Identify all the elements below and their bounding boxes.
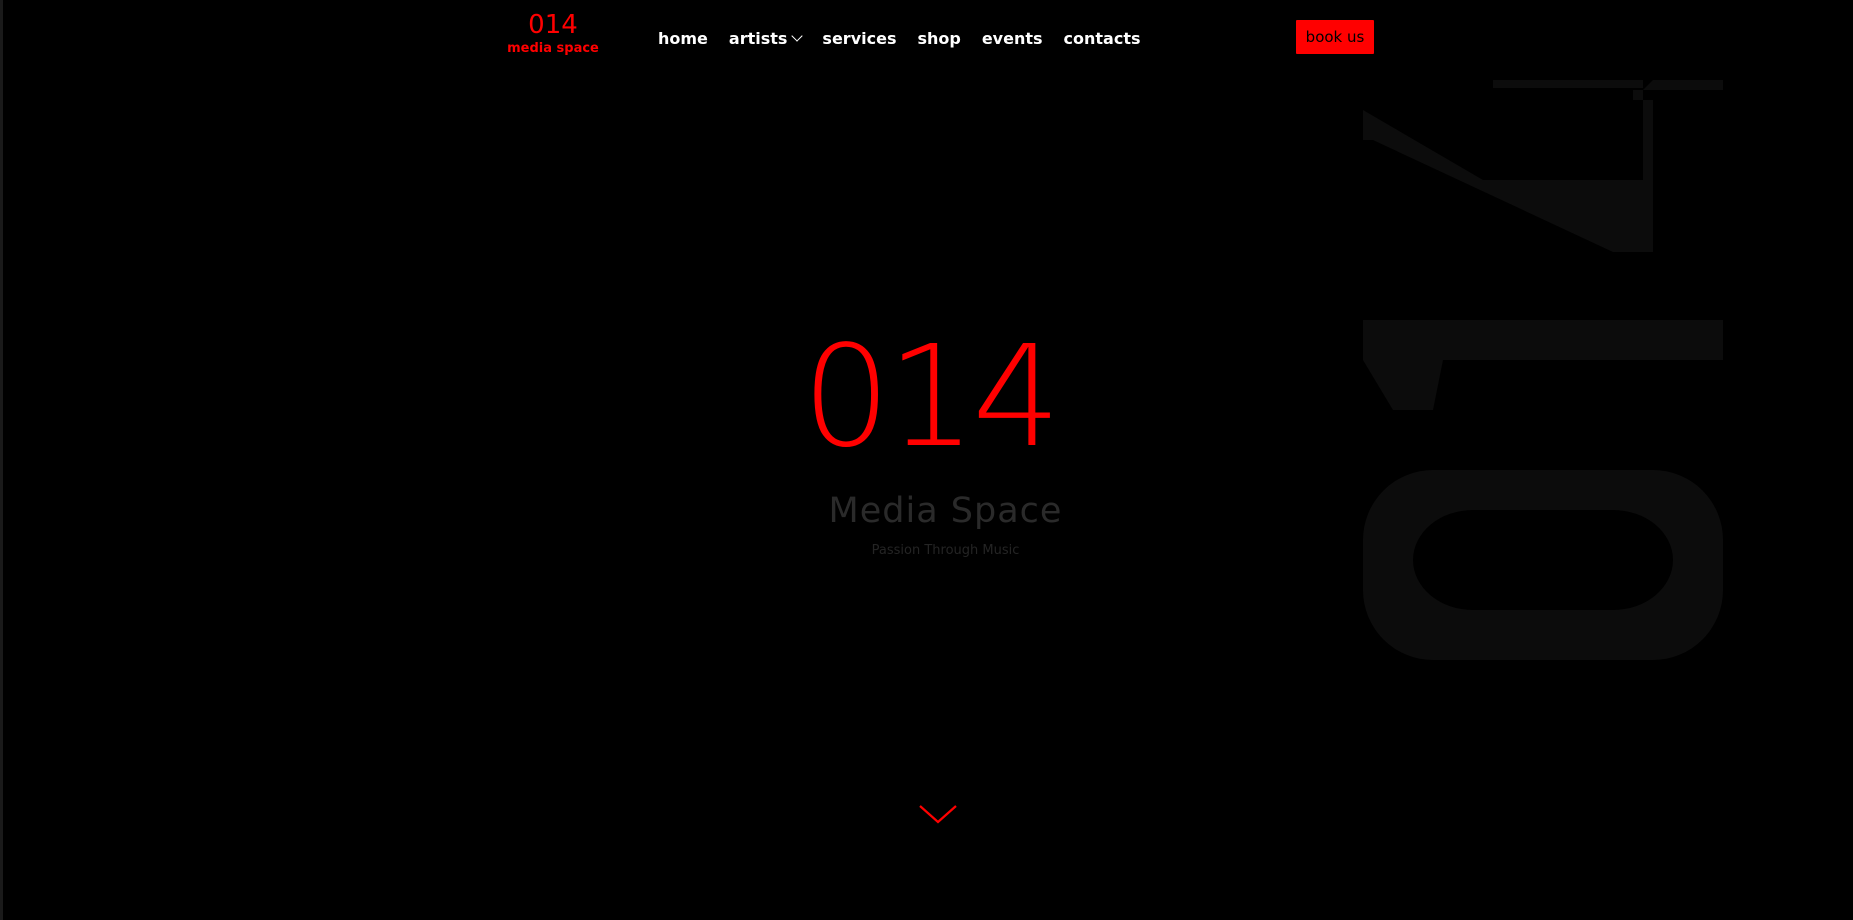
logo-text: media space xyxy=(507,41,599,56)
scroll-down-icon[interactable] xyxy=(918,798,958,828)
main-nav: home artists services shop events contac… xyxy=(658,26,1141,50)
nav-item-services[interactable]: services xyxy=(822,29,896,48)
nav-item-shop[interactable]: shop xyxy=(917,29,960,48)
nav-item-artists[interactable]: artists xyxy=(728,28,804,48)
chevron-down-icon xyxy=(791,29,804,42)
page: 014 media space home artists services sh… xyxy=(0,0,1853,920)
logo-number: 014 xyxy=(528,10,578,40)
nav-item-label: events xyxy=(981,28,1043,48)
nav-item-label: services xyxy=(822,28,897,48)
hero-number: 014 xyxy=(801,316,1061,479)
nav-item-label: artists xyxy=(728,28,788,48)
hero-subtitle: Passion Through Music xyxy=(871,543,1020,558)
nav-item-contacts[interactable]: contacts xyxy=(1064,29,1141,48)
hero-title: Media Space xyxy=(828,491,1063,531)
nav-item-label: home xyxy=(658,28,708,48)
book-us-button[interactable]: book us xyxy=(1296,20,1374,54)
nav-item-label: shop xyxy=(917,28,961,48)
nav-item-events[interactable]: events xyxy=(982,29,1043,48)
nav-item-label: contacts xyxy=(1063,28,1141,48)
nav-item-home[interactable]: home xyxy=(658,29,708,48)
logo[interactable]: 014 media space xyxy=(503,10,603,57)
